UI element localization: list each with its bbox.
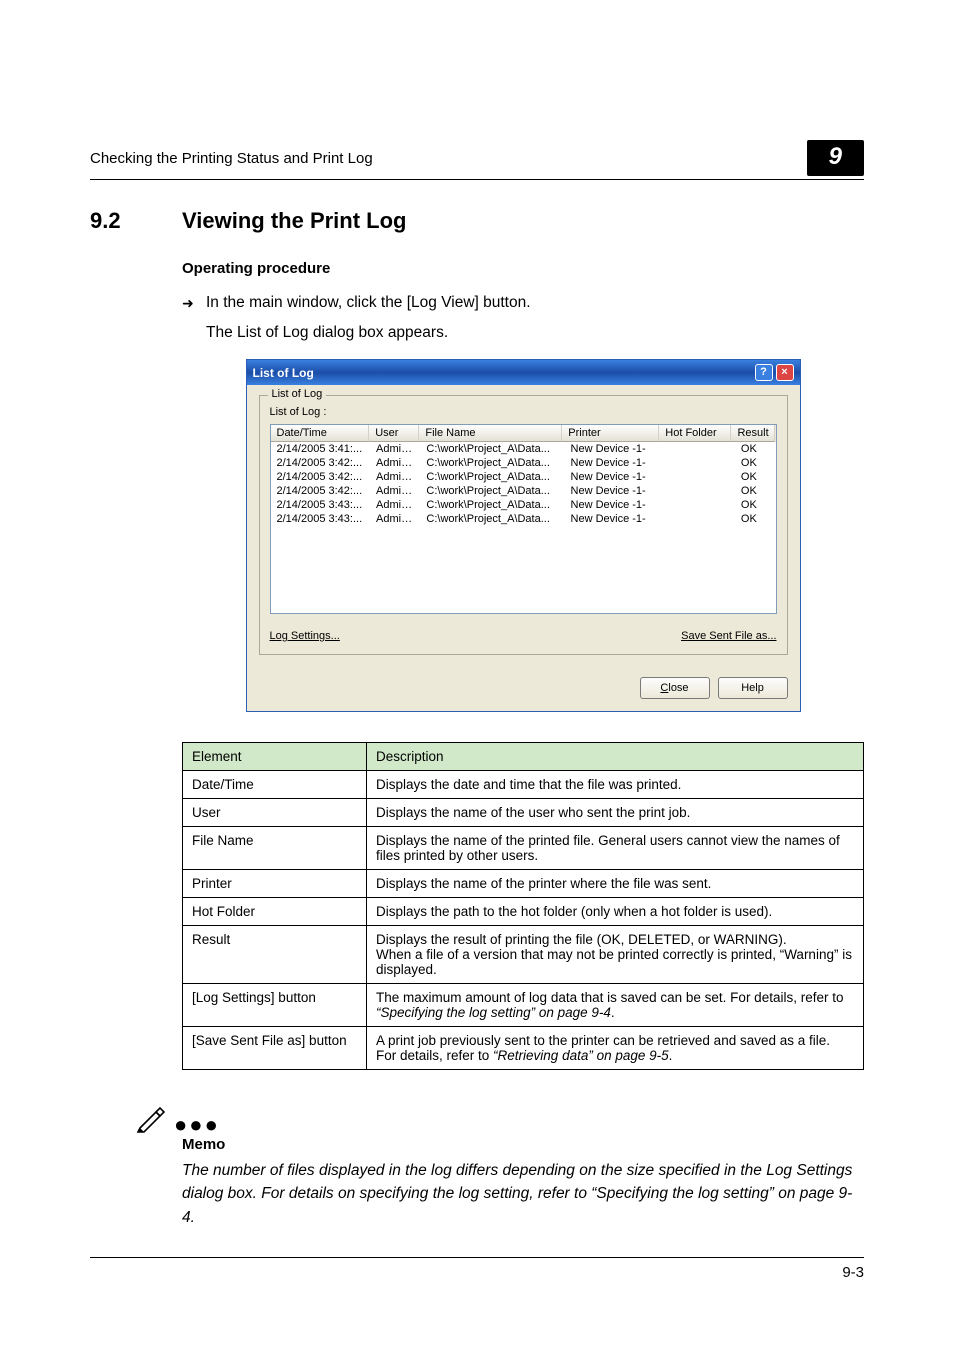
- col-hot-folder[interactable]: Hot Folder: [659, 425, 731, 442]
- ellipsis-icon: ●●●: [174, 1120, 220, 1130]
- table-row: [Save Sent File as] buttonA print job pr…: [183, 1027, 864, 1070]
- help-icon[interactable]: ?: [755, 364, 773, 381]
- col-file-name[interactable]: File Name: [419, 425, 562, 442]
- element-cell: Printer: [183, 870, 367, 898]
- memo-title: Memo: [182, 1136, 864, 1153]
- groupbox-legend: List of Log: [268, 388, 327, 400]
- element-cell: Date/Time: [183, 771, 367, 799]
- description-cell: The maximum amount of log data that is s…: [367, 984, 864, 1027]
- log-settings-link[interactable]: Log Settings...: [270, 630, 340, 642]
- list-row[interactable]: 2/14/2005 3:42:...Admini...C:\work\Proje…: [271, 456, 776, 470]
- element-cell: [Log Settings] button: [183, 984, 367, 1027]
- description-cell: Displays the name of the user who sent t…: [367, 799, 864, 827]
- step-line-1: In the main window, click the [Log View]…: [206, 294, 531, 311]
- col-printer[interactable]: Printer: [562, 425, 659, 442]
- list-of-log-groupbox: List of Log List of Log : Date/Time User…: [259, 395, 788, 655]
- group-caption: List of Log :: [270, 406, 777, 418]
- list-row[interactable]: 2/14/2005 3:42:...Admini...C:\work\Proje…: [271, 484, 776, 498]
- th-description: Description: [367, 743, 864, 771]
- section-number: 9.2: [90, 208, 182, 234]
- table-row: File NameDisplays the name of the printe…: [183, 827, 864, 870]
- pencil-icon: [134, 1100, 168, 1134]
- list-row[interactable]: 2/14/2005 3:43:...Admini...C:\work\Proje…: [271, 512, 776, 526]
- table-row: Hot FolderDisplays the path to the hot f…: [183, 898, 864, 926]
- description-cell: Displays the path to the hot folder (onl…: [367, 898, 864, 926]
- col-result[interactable]: Result: [731, 425, 775, 442]
- col-user[interactable]: User: [369, 425, 419, 442]
- table-row: PrinterDisplays the name of the printer …: [183, 870, 864, 898]
- list-row[interactable]: 2/14/2005 3:42:...Admini...C:\work\Proje…: [271, 470, 776, 484]
- element-description-table: Element Description Date/TimeDisplays th…: [182, 742, 864, 1070]
- table-row: UserDisplays the name of the user who se…: [183, 799, 864, 827]
- memo-block: ●●● Memo The number of files displayed i…: [182, 1100, 864, 1229]
- save-sent-file-link[interactable]: Save Sent File as...: [681, 630, 776, 642]
- table-row: ResultDisplays the result of printing th…: [183, 926, 864, 984]
- procedure-step: ➜ In the main window, click the [Log Vie…: [182, 291, 864, 345]
- element-cell: User: [183, 799, 367, 827]
- close-button[interactable]: Close: [640, 677, 710, 699]
- description-cell: Displays the name of the printed file. G…: [367, 827, 864, 870]
- element-cell: Hot Folder: [183, 898, 367, 926]
- description-cell: Displays the name of the printer where t…: [367, 870, 864, 898]
- running-head: Checking the Printing Status and Print L…: [90, 140, 864, 180]
- section-heading: 9.2Viewing the Print Log: [90, 208, 864, 234]
- operating-procedure-heading: Operating procedure: [182, 260, 864, 277]
- table-row: [Log Settings] buttonThe maximum amount …: [183, 984, 864, 1027]
- help-button[interactable]: Help: [718, 677, 788, 699]
- page-footer: 9-3: [90, 1257, 864, 1281]
- chapter-badge: 9: [807, 140, 864, 176]
- dialog-title-text: List of Log: [253, 366, 314, 380]
- running-head-text: Checking the Printing Status and Print L…: [90, 150, 373, 167]
- close-icon[interactable]: ×: [776, 364, 794, 381]
- element-cell: Result: [183, 926, 367, 984]
- section-title-text: Viewing the Print Log: [182, 208, 407, 233]
- col-date-time[interactable]: Date/Time: [271, 425, 370, 442]
- memo-text: The number of files displayed in the log…: [182, 1159, 864, 1229]
- arrow-icon: ➜: [182, 293, 194, 315]
- description-cell: Displays the date and time that the file…: [367, 771, 864, 799]
- step-line-2: The List of Log dialog box appears.: [206, 321, 864, 345]
- list-row[interactable]: 2/14/2005 3:41:...Admini...C:\work\Proje…: [271, 442, 776, 456]
- element-cell: File Name: [183, 827, 367, 870]
- description-cell: Displays the result of printing the file…: [367, 926, 864, 984]
- list-row[interactable]: 2/14/2005 3:43:...Admini...C:\work\Proje…: [271, 498, 776, 512]
- table-row: Date/TimeDisplays the date and time that…: [183, 771, 864, 799]
- log-list[interactable]: Date/Time User File Name Printer Hot Fol…: [270, 424, 777, 614]
- page-number: 9-3: [842, 1264, 864, 1281]
- list-of-log-dialog: List of Log ? × List of Log List of Log …: [246, 359, 801, 712]
- element-cell: [Save Sent File as] button: [183, 1027, 367, 1070]
- list-header: Date/Time User File Name Printer Hot Fol…: [271, 425, 776, 442]
- th-element: Element: [183, 743, 367, 771]
- description-cell: A print job previously sent to the print…: [367, 1027, 864, 1070]
- dialog-titlebar: List of Log ? ×: [247, 360, 800, 385]
